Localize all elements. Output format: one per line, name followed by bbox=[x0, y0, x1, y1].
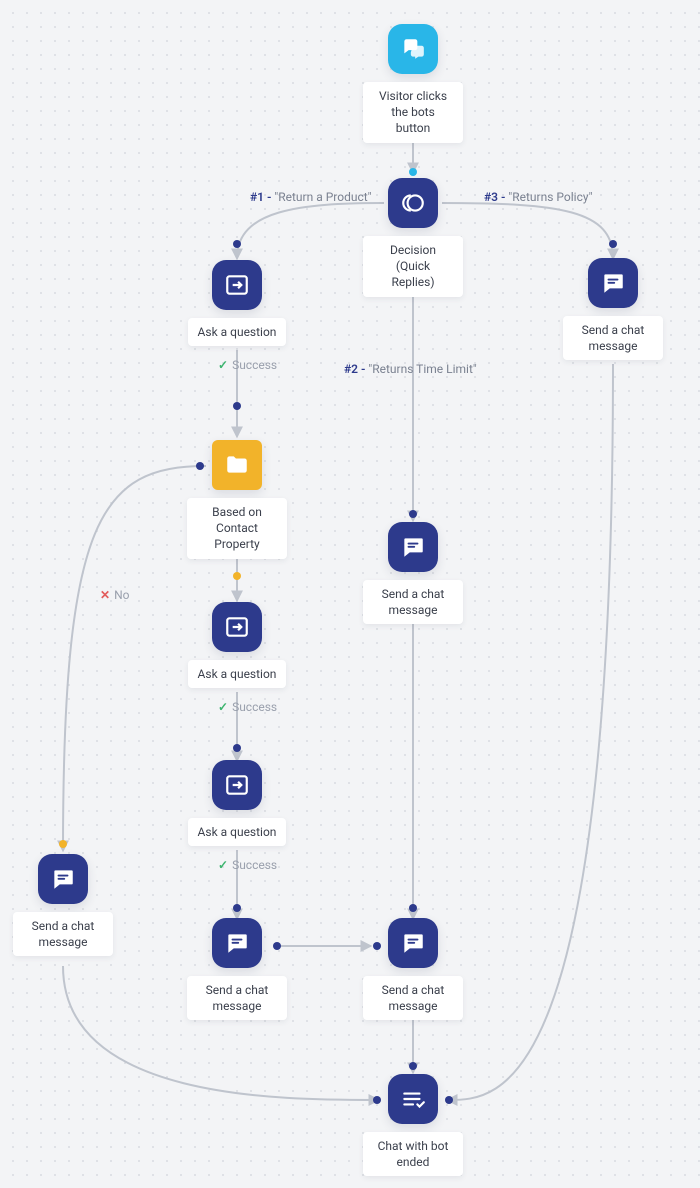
port-dot bbox=[233, 904, 241, 912]
port-dot bbox=[233, 240, 241, 248]
node-contact-property[interactable]: Based on Contact Property bbox=[187, 440, 287, 559]
folder-icon bbox=[212, 440, 262, 490]
input-icon bbox=[212, 260, 262, 310]
port-dot bbox=[233, 572, 241, 580]
node-label: Ask a question bbox=[188, 660, 287, 688]
port-dot bbox=[233, 744, 241, 752]
end-icon bbox=[388, 1074, 438, 1124]
port-dot bbox=[609, 240, 617, 248]
chat-icon bbox=[212, 918, 262, 968]
port-dot bbox=[233, 402, 241, 410]
branch-2-label: #2 - "Returns Time Limit" bbox=[344, 362, 477, 376]
port-dot bbox=[409, 510, 417, 518]
node-send-chat-right[interactable]: Send a chat message bbox=[563, 258, 663, 360]
decision-icon bbox=[388, 178, 438, 228]
branch-3-label: #3 - "Returns Policy" bbox=[484, 190, 592, 204]
node-end[interactable]: Chat with bot ended bbox=[363, 1074, 463, 1176]
node-decision[interactable]: Decision (Quick Replies) bbox=[363, 178, 463, 297]
status-success-1: ✓Success bbox=[218, 358, 277, 372]
node-ask-question-3[interactable]: Ask a question bbox=[187, 760, 287, 846]
node-label: Chat with bot ended bbox=[363, 1132, 463, 1176]
node-label: Send a chat message bbox=[363, 580, 463, 624]
node-label: Ask a question bbox=[188, 318, 287, 346]
node-label: Based on Contact Property bbox=[187, 498, 287, 559]
node-label: Visitor clicks the bots button bbox=[363, 82, 463, 143]
node-ask-question-1[interactable]: Ask a question bbox=[187, 260, 287, 346]
node-start[interactable]: Visitor clicks the bots button bbox=[363, 24, 463, 143]
node-label: Ask a question bbox=[188, 818, 287, 846]
node-label: Send a chat message bbox=[363, 976, 463, 1020]
status-no: ✕No bbox=[100, 588, 129, 602]
node-label: Send a chat message bbox=[13, 912, 113, 956]
status-success-3: ✓Success bbox=[218, 858, 277, 872]
port-dot bbox=[59, 840, 67, 848]
node-send-chat-mid[interactable]: Send a chat message bbox=[363, 522, 463, 624]
node-label: Send a chat message bbox=[563, 316, 663, 360]
input-icon bbox=[212, 602, 262, 652]
input-icon bbox=[212, 760, 262, 810]
port-dot bbox=[409, 168, 417, 176]
port-dot bbox=[409, 1062, 417, 1070]
node-send-chat-mid2[interactable]: Send a chat message bbox=[363, 918, 463, 1020]
chat-start-icon bbox=[388, 24, 438, 74]
status-success-2: ✓Success bbox=[218, 700, 277, 714]
port-dot bbox=[409, 904, 417, 912]
chat-icon bbox=[588, 258, 638, 308]
node-ask-question-2[interactable]: Ask a question bbox=[187, 602, 287, 688]
chat-icon bbox=[388, 918, 438, 968]
chat-icon bbox=[38, 854, 88, 904]
node-label: Decision (Quick Replies) bbox=[363, 236, 463, 297]
node-send-chat-no[interactable]: Send a chat message bbox=[13, 854, 113, 956]
chat-icon bbox=[388, 522, 438, 572]
node-send-chat-left[interactable]: Send a chat message bbox=[187, 918, 287, 1020]
node-label: Send a chat message bbox=[187, 976, 287, 1020]
branch-1-label: #1 - "Return a Product" bbox=[250, 190, 372, 204]
